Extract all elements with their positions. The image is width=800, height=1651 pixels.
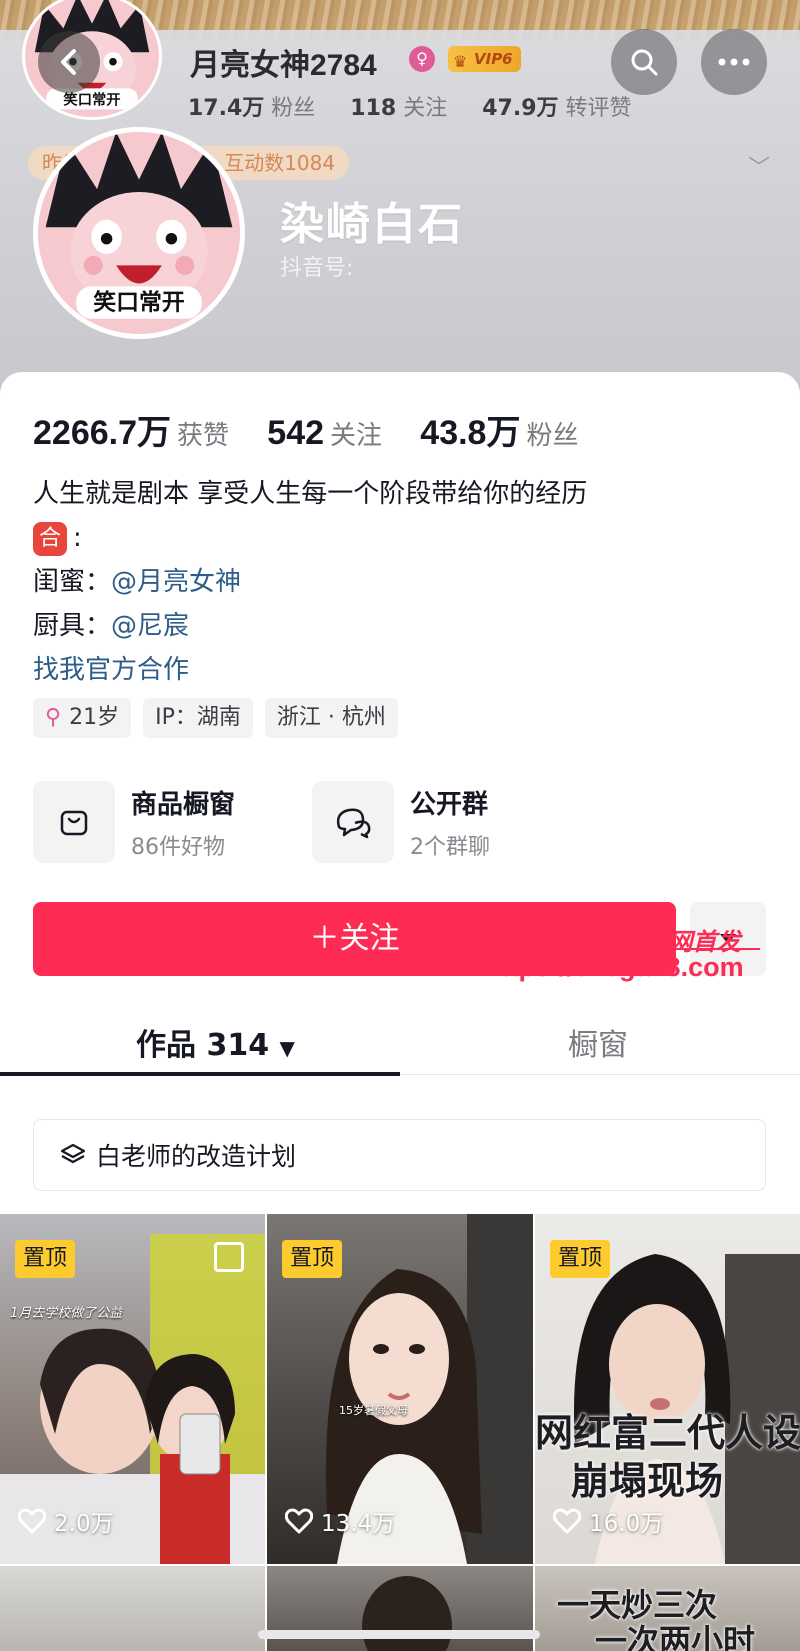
collection-entry[interactable]: 白老师的改造计划 <box>33 1119 766 1191</box>
douyin-id-label[interactable]: 抖音号: <box>280 250 353 282</box>
like-count: 2.0万 <box>18 1504 114 1538</box>
back-button[interactable] <box>38 31 100 93</box>
video-overlay-text: 崩塌现场 <box>571 1459 724 1503</box>
ip-tag: IP：湖南 <box>143 698 253 738</box>
like-count: 16.0万 <box>553 1504 663 1538</box>
chevron-left-icon <box>61 49 76 75</box>
video-overlay-text: 一次两小时 <box>595 1622 756 1651</box>
home-indicator[interactable] <box>258 1630 540 1639</box>
profile-card: 2266.7万 获赞 542 关注 43.8万 粉丝 人生就是剧本 享受人生每一个阶段… <box>0 372 800 1651</box>
active-tab-indicator <box>0 1072 400 1076</box>
content-tabs: 作品 314 ▼ 橱窗 <box>0 1012 800 1076</box>
video-grid: 置顶 1月去学校做了公益 2.0万 置顶 15岁暑假父母 13.4万 置顶 网红… <box>0 1214 800 1651</box>
top-nickname: 月亮女神2784 <box>190 49 377 82</box>
following-count[interactable]: 542 <box>267 414 324 452</box>
avatar-caption-large: 笑口常开 <box>93 289 185 316</box>
caret-down-icon: ▼ <box>279 1036 295 1060</box>
display-name: 染崎白石 <box>280 199 464 250</box>
bio: 人生就是剧本 享受人生每一个阶段带给你的经历 合: 闺蜜：@月亮女神 厨具：@尼… <box>33 472 587 692</box>
video-caption: 15岁暑假父母 <box>339 1404 408 1417</box>
search-button[interactable] <box>611 29 677 95</box>
search-icon <box>631 49 658 76</box>
watermark: 51吃瓜 全网首发 https://51cga28.com <box>470 920 800 1000</box>
profile-stats: 2266.7万 获赞 542 关注 43.8万 粉丝 <box>33 414 579 452</box>
layers-icon <box>60 1143 86 1164</box>
video-tile[interactable]: 置顶 网红富二代人设 崩塌现场 16.0万 <box>535 1214 800 1564</box>
female-icon: ♀ <box>409 46 435 72</box>
collection-label: 白老师的改造计划 <box>96 1142 297 1171</box>
group-title: 公开群 <box>410 789 489 820</box>
avatar-caption: 笑口常开 <box>63 91 120 109</box>
tab-showcase[interactable]: 橱窗 <box>568 1020 628 1064</box>
age-tag: ⚲ 21岁 <box>33 698 132 738</box>
more-dots-icon <box>718 58 750 66</box>
chevron-down-icon[interactable]: ﹀ <box>748 150 770 182</box>
video-tile[interactable] <box>0 1566 265 1651</box>
likes-count[interactable]: 2266.7万 <box>33 414 171 452</box>
video-tile[interactable]: 一天炒三次 一次两小时 <box>535 1566 800 1651</box>
group-chat-icon <box>336 808 371 839</box>
top-stats: 17.4万 粉丝 118 关注 47.9万 转评赞 <box>188 96 632 121</box>
profile-avatar[interactable]: 笑口常开 <box>33 127 245 339</box>
video-overlay-text: 网红富二代人设 <box>535 1411 800 1455</box>
more-button[interactable] <box>701 29 767 95</box>
shop-subtitle: 86件好物 <box>131 834 225 860</box>
he-badge-icon: 合 <box>33 521 67 556</box>
heart-icon <box>553 1508 581 1534</box>
pinned-badge: 置顶 <box>550 1240 611 1278</box>
shop-title: 商品橱窗 <box>131 789 236 820</box>
multi-image-icon <box>214 1242 244 1272</box>
video-caption: 1月去学校做了公益 <box>10 1306 123 1321</box>
heart-icon <box>18 1508 46 1534</box>
bestie-mention[interactable]: @月亮女神 <box>111 567 241 597</box>
like-count: 13.4万 <box>285 1504 395 1538</box>
female-icon: ⚲ <box>45 705 62 730</box>
group-subtitle: 2个群聊 <box>410 834 490 860</box>
video-tile[interactable]: 置顶 15岁暑假父母 13.4万 <box>267 1214 533 1564</box>
profile-tags: ⚲ 21岁 IP：湖南 浙江 · 杭州 <box>33 698 398 738</box>
followers-count[interactable]: 43.8万 <box>420 414 520 452</box>
bio-line: 人生就是剧本 享受人生每一个阶段带给你的经历 <box>33 479 588 509</box>
vip-badge: ♛ VIP6 <box>448 46 521 72</box>
heart-icon <box>285 1508 313 1534</box>
pinned-badge: 置顶 <box>15 1240 76 1278</box>
pinned-badge: 置顶 <box>282 1240 343 1278</box>
public-group-entry[interactable]: 公开群 2个群聊 <box>312 780 490 864</box>
shop-window-entry[interactable]: 商品橱窗 86件好物 <box>33 780 235 864</box>
video-tile[interactable]: 置顶 1月去学校做了公益 2.0万 <box>0 1214 265 1564</box>
crown-icon: ♛ <box>453 52 468 71</box>
official-coop-link[interactable]: 找我官方合作 <box>33 648 587 692</box>
shopping-bag-icon <box>60 810 88 836</box>
location-tag: 浙江 · 杭州 <box>264 698 398 738</box>
cookware-mention[interactable]: @尼宸 <box>111 611 189 641</box>
tab-works[interactable]: 作品 314 ▼ <box>136 1020 295 1064</box>
